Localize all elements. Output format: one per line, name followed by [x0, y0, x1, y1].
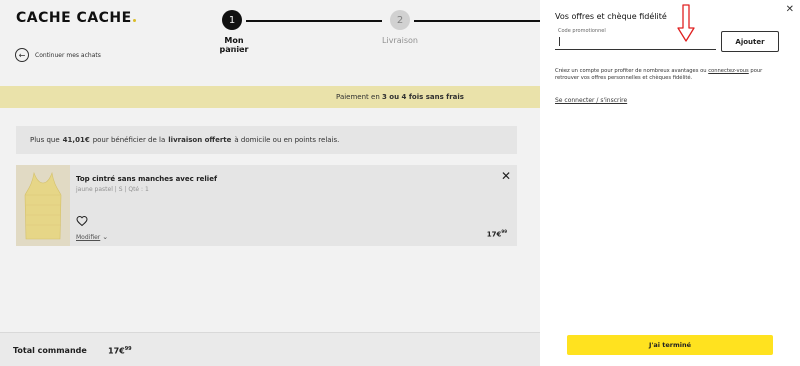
panel-title: Vos offres et chèque fidélité — [555, 12, 667, 21]
page-overlay[interactable] — [0, 0, 540, 366]
account-text: Créez un compte pour profiter de nombreu… — [555, 68, 707, 74]
offers-panel: Vos offres et chèque fidélité ✕ Code pro… — [540, 0, 800, 366]
done-button[interactable]: J'ai terminé — [567, 335, 773, 355]
account-info-text: Créez un compte pour profiter de nombreu… — [555, 68, 787, 82]
close-icon[interactable]: ✕ — [786, 4, 794, 15]
login-signup-link[interactable]: Se connecter / s'inscrire — [555, 97, 627, 104]
apply-promo-button[interactable]: Ajouter — [721, 31, 779, 52]
annotation-arrow-icon — [677, 4, 695, 42]
connect-link[interactable]: connectez-vous — [708, 68, 749, 74]
text-cursor — [559, 37, 560, 46]
